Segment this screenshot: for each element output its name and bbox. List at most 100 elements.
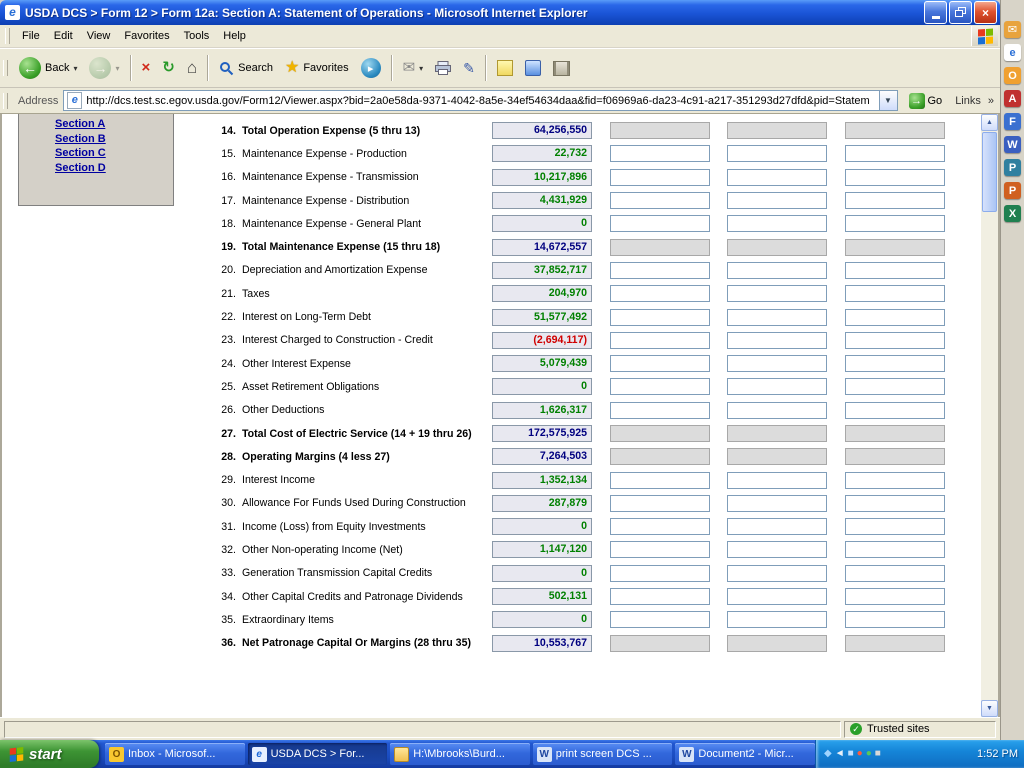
row-value-field[interactable]: 0 [492, 565, 592, 582]
back-dropdown-icon[interactable]: ▾ [73, 64, 77, 73]
messenger-button[interactable] [519, 56, 547, 80]
row-input-col4[interactable] [845, 588, 945, 605]
refresh-button[interactable]: ↻ [156, 56, 181, 80]
row-value-field[interactable]: 287,879 [492, 495, 592, 512]
row-value-field[interactable]: 22,732 [492, 145, 592, 162]
row-input-col4[interactable] [845, 309, 945, 326]
address-dropdown-button[interactable]: ▼ [879, 91, 897, 110]
taskbar-task[interactable]: WDocument2 - Micr... [675, 743, 815, 765]
row-input-col3[interactable] [727, 355, 827, 372]
access-shortcut-icon[interactable]: A [1004, 90, 1021, 107]
favorites-button[interactable]: ★ Favorites [279, 56, 355, 80]
row-input-col4[interactable] [845, 518, 945, 535]
row-input-col2[interactable] [610, 472, 710, 489]
vertical-scrollbar[interactable]: ▲ ▼ [981, 114, 998, 717]
row-input-col4[interactable] [845, 402, 945, 419]
row-input-col2[interactable] [610, 332, 710, 349]
row-input-col3[interactable] [727, 309, 827, 326]
toolbar-grip[interactable] [5, 28, 10, 44]
row-input-col2[interactable] [610, 565, 710, 582]
row-input-col2[interactable] [610, 378, 710, 395]
row-input-col2[interactable] [610, 541, 710, 558]
row-input-col4[interactable] [845, 262, 945, 279]
row-input-col2[interactable] [610, 145, 710, 162]
row-input-col4[interactable] [845, 378, 945, 395]
row-value-field[interactable]: 204,970 [492, 285, 592, 302]
close-button[interactable]: × [974, 1, 997, 24]
tray-network-icon[interactable]: ■ [848, 748, 854, 760]
print-button[interactable] [429, 57, 457, 79]
scroll-thumb[interactable] [982, 132, 997, 212]
search-button[interactable]: Search [213, 57, 279, 80]
section-c-link[interactable]: Section C [55, 146, 173, 161]
tray-messenger-icon[interactable]: ◆ [824, 748, 832, 760]
go-button[interactable]: → Go [903, 91, 949, 111]
row-input-col4[interactable] [845, 215, 945, 232]
mail-dropdown-icon[interactable]: ▾ [419, 64, 423, 73]
row-value-field[interactable]: 10,553,767 [492, 635, 592, 652]
toolbar-grip[interactable] [3, 60, 8, 76]
row-input-col3[interactable] [727, 215, 827, 232]
menu-file[interactable]: File [15, 27, 47, 45]
row-input-col2[interactable] [610, 262, 710, 279]
tray-volume-icon[interactable]: ◄ [835, 748, 845, 760]
row-value-field[interactable]: 10,217,896 [492, 169, 592, 186]
taskbar-task[interactable]: Wprint screen DCS ... [533, 743, 673, 765]
powerpoint-shortcut-icon[interactable]: P [1004, 182, 1021, 199]
mail-shortcut-icon[interactable]: ✉ [1004, 21, 1021, 38]
media-button[interactable]: ▸ [355, 54, 387, 82]
research-button[interactable] [547, 57, 576, 80]
frontpage-shortcut-icon[interactable]: F [1004, 113, 1021, 130]
stop-button[interactable]: × [136, 56, 157, 80]
row-input-col3[interactable] [727, 285, 827, 302]
start-button[interactable]: start [0, 740, 99, 768]
row-input-col3[interactable] [727, 541, 827, 558]
row-value-field[interactable]: 4,431,929 [492, 192, 592, 209]
row-input-col4[interactable] [845, 472, 945, 489]
row-input-col3[interactable] [727, 192, 827, 209]
row-value-field[interactable]: 5,079,439 [492, 355, 592, 372]
menu-tools[interactable]: Tools [177, 27, 217, 45]
links-label[interactable]: Links [953, 95, 983, 107]
row-input-col3[interactable] [727, 332, 827, 349]
section-b-link[interactable]: Section B [55, 132, 173, 147]
forward-button[interactable]: → ▾ [83, 53, 125, 83]
tray-printer-icon[interactable]: ■ [875, 748, 881, 760]
row-input-col2[interactable] [610, 495, 710, 512]
row-value-field[interactable]: (2,694,117) [492, 332, 592, 349]
taskbar-task[interactable]: OInbox - Microsof... [105, 743, 245, 765]
menu-edit[interactable]: Edit [47, 27, 80, 45]
row-input-col3[interactable] [727, 518, 827, 535]
menu-favorites[interactable]: Favorites [117, 27, 176, 45]
excel-shortcut-icon[interactable]: X [1004, 205, 1021, 222]
row-input-col3[interactable] [727, 145, 827, 162]
word-shortcut-icon[interactable]: W [1004, 136, 1021, 153]
address-url[interactable]: http://dcs.test.sc.egov.usda.gov/Form12/… [86, 95, 878, 107]
row-value-field[interactable]: 0 [492, 611, 592, 628]
row-value-field[interactable]: 7,264,503 [492, 448, 592, 465]
row-input-col4[interactable] [845, 332, 945, 349]
row-input-col3[interactable] [727, 565, 827, 582]
row-value-field[interactable]: 14,672,557 [492, 239, 592, 256]
row-input-col3[interactable] [727, 611, 827, 628]
row-input-col3[interactable] [727, 588, 827, 605]
row-input-col3[interactable] [727, 472, 827, 489]
row-input-col2[interactable] [610, 215, 710, 232]
mail-button[interactable]: ✉ ▾ [397, 56, 430, 80]
row-input-col4[interactable] [845, 192, 945, 209]
row-input-col4[interactable] [845, 565, 945, 582]
home-button[interactable]: ⌂ [181, 56, 203, 80]
row-input-col2[interactable] [610, 588, 710, 605]
row-input-col4[interactable] [845, 285, 945, 302]
row-input-col3[interactable] [727, 495, 827, 512]
edit-button[interactable]: ✎ [457, 56, 481, 80]
row-value-field[interactable]: 37,852,717 [492, 262, 592, 279]
row-input-col2[interactable] [610, 402, 710, 419]
row-input-col4[interactable] [845, 145, 945, 162]
row-value-field[interactable]: 502,131 [492, 588, 592, 605]
taskbar-task[interactable]: H:\Mbrooks\Burd... [390, 743, 530, 765]
publisher-shortcut-icon[interactable]: P [1004, 159, 1021, 176]
row-input-col4[interactable] [845, 355, 945, 372]
outlook-shortcut-icon[interactable]: O [1004, 67, 1021, 84]
row-input-col2[interactable] [610, 285, 710, 302]
